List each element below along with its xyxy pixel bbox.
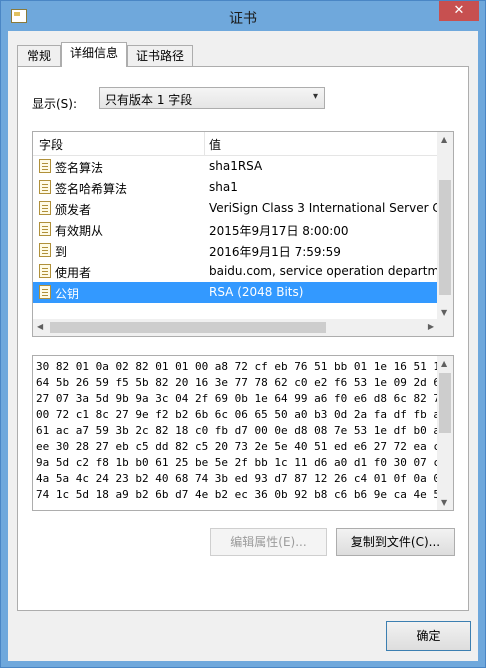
field-name: 公钥 <box>55 287 80 301</box>
dialog-body: 常规 详细信息 证书路径 显示(S): 只有版本 1 字段 ▾ 字段 值 签名算… <box>8 31 478 661</box>
certificate-dialog: 证书 ✕ 常规 详细信息 证书路径 显示(S): 只有版本 1 字段 ▾ 字段 … <box>0 0 486 668</box>
scroll-left-icon[interactable]: ◀ <box>37 322 43 331</box>
field-icon <box>39 243 51 257</box>
field-icon <box>39 222 51 236</box>
detail-vertical-scrollbar[interactable]: ▲ ▼ <box>437 356 453 510</box>
tab-details[interactable]: 详细信息 <box>61 42 127 67</box>
field-name: 到 <box>55 245 68 259</box>
field-value: baidu.com, service operation department <box>209 264 438 278</box>
window-title: 证书 <box>229 11 257 27</box>
field-icon <box>39 201 51 215</box>
hex-line: ee 30 28 27 eb c5 dd 82 c5 20 73 2e 5e 4… <box>36 440 454 453</box>
hex-line: 27 07 3a 5d 9b 9a 3c 04 2f 69 0b 1e 64 9… <box>36 392 454 405</box>
field-name: 签名哈希算法 <box>55 182 128 196</box>
scrollbar-corner <box>436 319 453 336</box>
column-header-value[interactable]: 值 <box>209 136 221 153</box>
value-detail-box[interactable]: 30 82 01 0a 02 82 01 01 00 a8 72 cf eb 7… <box>32 355 454 511</box>
scroll-thumb[interactable] <box>439 180 451 295</box>
scroll-down-icon[interactable]: ▼ <box>441 498 447 507</box>
list-item[interactable]: 颁发者 VeriSign Class 3 International Serve… <box>33 198 438 219</box>
list-item[interactable]: 签名哈希算法 sha1 <box>33 177 438 198</box>
scroll-right-icon[interactable]: ▶ <box>428 322 434 331</box>
scroll-up-icon[interactable]: ▲ <box>441 135 447 144</box>
field-value: VeriSign Class 3 International Server CA <box>209 201 438 215</box>
list-item[interactable]: 有效期从 2015年9月17日 8:00:00 <box>33 219 438 240</box>
list-horizontal-scrollbar[interactable]: ◀ ▶ <box>33 319 438 336</box>
field-name: 颁发者 <box>55 203 92 217</box>
field-icon <box>39 264 51 278</box>
list-item-selected[interactable]: 公钥 RSA (2048 Bits) <box>33 282 438 303</box>
show-dropdown[interactable]: 只有版本 1 字段 ▾ <box>99 87 325 109</box>
list-item[interactable]: 使用者 baidu.com, service operation departm… <box>33 261 438 282</box>
hex-line: 61 ac a7 59 3b 2c 82 18 c0 fb d7 00 0e d… <box>36 424 454 437</box>
hex-line: 30 82 01 0a 02 82 01 01 00 a8 72 cf eb 7… <box>36 360 454 373</box>
field-value: 2016年9月1日 7:59:59 <box>209 245 341 259</box>
scroll-down-icon[interactable]: ▼ <box>441 308 447 317</box>
field-name: 有效期从 <box>55 224 104 238</box>
show-label: 显示(S): <box>32 97 78 111</box>
copy-to-file-button[interactable]: 复制到文件(C)... <box>336 528 455 556</box>
hex-line: 4a 5a 4c 24 23 b2 40 68 74 3b ed 93 d7 8… <box>36 472 454 485</box>
scroll-thumb[interactable] <box>50 322 326 333</box>
hex-line: 00 72 c1 8c 27 9e f2 b2 6b 6c 06 65 50 a… <box>36 408 454 421</box>
field-icon <box>39 180 51 194</box>
field-value: 2015年9月17日 8:00:00 <box>209 224 349 238</box>
tab-certification-path[interactable]: 证书路径 <box>127 45 193 66</box>
column-divider[interactable] <box>204 132 205 155</box>
list-item[interactable]: 签名算法 sha1RSA <box>33 156 438 177</box>
details-panel: 显示(S): 只有版本 1 字段 ▾ 字段 值 签名算法 sha1RSA 签名哈… <box>17 66 469 611</box>
ok-button[interactable]: 确定 <box>386 621 471 651</box>
tab-general[interactable]: 常规 <box>17 45 61 66</box>
scroll-thumb[interactable] <box>439 373 451 433</box>
list-vertical-scrollbar[interactable]: ▲ ▼ <box>437 132 453 320</box>
field-value: sha1 <box>209 180 238 194</box>
field-name: 使用者 <box>55 266 92 280</box>
field-value: RSA (2048 Bits) <box>209 285 304 299</box>
scroll-up-icon[interactable]: ▲ <box>441 359 447 368</box>
column-header-field[interactable]: 字段 <box>39 136 63 153</box>
close-button[interactable]: ✕ <box>439 1 479 21</box>
list-header: 字段 值 <box>33 132 438 156</box>
field-name: 签名算法 <box>55 161 104 175</box>
hex-line: 9a 5d c2 f8 1b b0 61 25 be 5e 2f bb 1c 1… <box>36 456 454 469</box>
title-bar[interactable]: 证书 ✕ <box>1 1 485 31</box>
field-list[interactable]: 字段 值 签名算法 sha1RSA 签名哈希算法 sha1 颁发者 VeriSi… <box>32 131 454 337</box>
edit-properties-button[interactable]: 编辑属性(E)... <box>210 528 327 556</box>
list-item[interactable]: 到 2016年9月1日 7:59:59 <box>33 240 438 261</box>
chevron-down-icon: ▾ <box>312 91 318 102</box>
field-icon <box>39 159 51 173</box>
field-icon <box>39 285 51 299</box>
field-value: sha1RSA <box>209 159 263 173</box>
show-dropdown-value: 只有版本 1 字段 <box>105 93 193 107</box>
hex-line: 64 5b 26 59 f5 5b 82 20 16 3e 77 78 62 c… <box>36 376 454 389</box>
hex-line: 74 1c 5d 18 a9 b2 6b d7 4e b2 ec 36 0b 9… <box>36 488 454 501</box>
